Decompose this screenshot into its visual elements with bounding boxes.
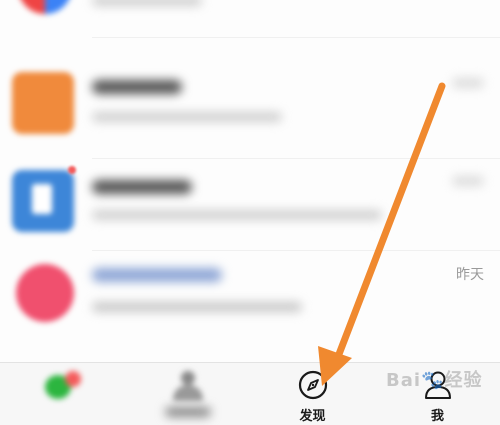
chat-list: 昨天 [0,0,500,362]
person-icon [423,370,453,400]
divider [92,37,500,38]
chat-preview-blur [92,112,282,122]
tab-me[interactable]: 我 [375,363,500,425]
chat-preview-blur [92,210,382,220]
tab-contacts[interactable] [125,363,250,425]
notification-badge [321,368,330,376]
contacts-icon [172,371,203,401]
chat-preview-blur [92,0,202,6]
unread-dot [68,166,76,174]
chat-bubble-icon [44,371,81,401]
tab-chats[interactable] [0,363,125,425]
chat-item[interactable] [0,158,500,256]
chat-item[interactable]: 昨天 [0,252,500,350]
chat-time-blur [452,78,484,88]
chat-title-blur [92,268,222,282]
chat-title-blur [92,80,182,94]
chat-avatar [16,264,74,322]
tab-label-blur [165,407,211,417]
compass-icon [298,368,330,400]
chat-time-blur [452,176,484,186]
tab-label: 发现 [299,409,326,424]
chat-title-blur [92,180,192,194]
chat-time: 昨天 [456,267,484,283]
divider [92,250,500,251]
chat-item[interactable] [0,62,500,160]
chat-avatar [12,170,74,232]
chat-preview-blur [92,302,302,312]
bottom-tab-bar: 发现 我 [0,362,500,425]
tab-label: 我 [430,409,444,424]
chat-avatar [18,0,72,14]
tab-discover[interactable]: 发现 [250,363,375,425]
chat-item[interactable] [0,0,500,38]
chat-avatar [12,72,74,134]
